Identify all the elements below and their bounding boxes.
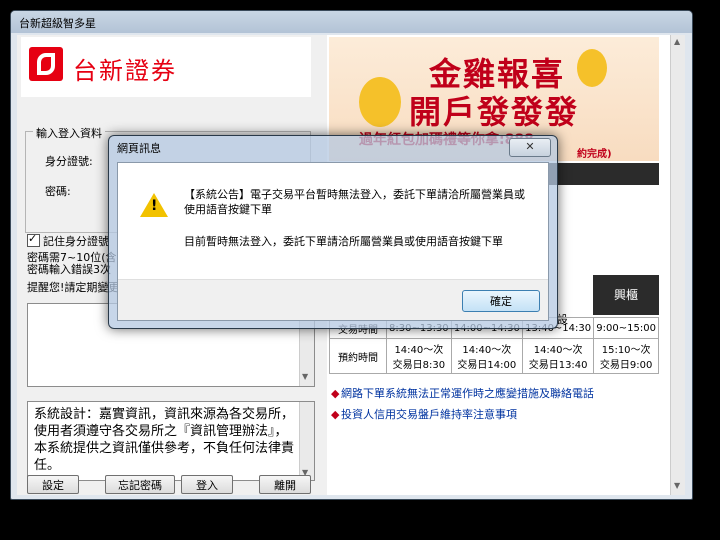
title-bar[interactable]: 台新超級智多星 (11, 11, 692, 33)
reminder-text: 提醒您!請定期變更 (27, 281, 120, 294)
banner-line-2: 開戶發發發 (409, 93, 580, 131)
info-scrollbar[interactable]: ▲ ▼ (670, 35, 685, 495)
password-rule-2: 密碼輸入錯誤3次 (27, 263, 111, 276)
dialog-body: 【系統公告】電子交易平台暫時無法登入，委託下單請洽所屬營業員或使用語音按鍵下單 … (117, 162, 549, 321)
system-info-box: 系統設計：嘉實資訊，資訊來源為各交易所，使用者須遵守各交易所之『資訊管理辦法』，… (27, 401, 315, 481)
link-item[interactable]: ◆ 網路下單系統無法正常運作時之應變措施及聯絡電話 (331, 385, 594, 401)
remember-id-label: 記住身分證號 (43, 235, 109, 248)
login-button[interactable]: 登入 (181, 475, 233, 494)
link-list: ◆ 網路下單系統無法正常運作時之應變措施及聯絡電話 ◆ 投資人信用交易盤戶維持率注意… (331, 385, 594, 427)
schedule-header-emerging: 興櫃 (593, 275, 659, 315)
login-legend: 輸入登入資料 (33, 125, 105, 141)
table-cell: 15:10～次 交易日9:00 (593, 338, 659, 374)
forgot-password-button[interactable]: 忘記密碼 (105, 475, 175, 494)
web-message-dialog: 網頁訊息 ✕ 【系統公告】電子交易平台暫時無法登入，委託下單請洽所屬營業員或使用… (108, 135, 558, 329)
rooster-icon (577, 49, 607, 87)
password-label: 密碼: (45, 185, 71, 198)
bullet-arrow-icon: ◆ (331, 408, 340, 421)
scroll-down-icon[interactable]: ▼ (302, 372, 308, 381)
window-title: 台新超級智多星 (19, 17, 96, 30)
table-cell: 9:00~15:00 (593, 317, 659, 339)
dialog-close-button[interactable]: ✕ (509, 138, 551, 157)
row-label: 預約時間 (329, 338, 387, 374)
table-cell: 14:40～次 交易日8:30 (386, 338, 452, 374)
banner-line-3b: 約完成) (577, 149, 612, 160)
remember-id-checkbox[interactable] (27, 232, 40, 247)
system-info-scrollbar[interactable]: ▼ (299, 402, 314, 480)
bullet-arrow-icon: ◆ (331, 387, 340, 400)
link-text[interactable]: 投資人信用交易盤戶維持率注意事項 (341, 408, 517, 421)
close-icon: ✕ (525, 140, 535, 153)
warning-icon (140, 193, 168, 217)
link-item[interactable]: ◆ 投資人信用交易盤戶維持率注意事項 (331, 406, 594, 422)
dialog-title: 網頁訊息 (117, 142, 161, 155)
scroll-up-icon[interactable]: ▲ (674, 37, 680, 46)
dialog-message-2: 目前暫時無法登入，委託下單請洽所屬營業員或使用語音按鍵下單 (184, 235, 503, 248)
table-cell: 14:40～次 交易日14:00 (450, 338, 523, 374)
dialog-message-1: 【系統公告】電子交易平台暫時無法登入，委託下單請洽所屬營業員或使用語音按鍵下單 (184, 188, 525, 216)
ok-button[interactable]: 確定 (462, 290, 540, 312)
id-label: 身分證號: (45, 155, 93, 168)
system-info-text: 系統設計：嘉實資訊，資訊來源為各交易所，使用者須遵守各交易所之『資訊管理辦法』，… (34, 407, 295, 473)
brand-logo: 台新證券 (21, 37, 311, 97)
dialog-footer: 確定 (118, 279, 548, 320)
rooster-icon (359, 77, 401, 127)
table-cell: 14:40～次 交易日13:40 (521, 338, 595, 374)
exit-button[interactable]: 離開 (259, 475, 311, 494)
taishin-logo-icon (29, 47, 63, 81)
link-text[interactable]: 網路下單系統無法正常運作時之應變措施及聯絡電話 (341, 387, 594, 400)
settings-button[interactable]: 設定 (27, 475, 79, 494)
scroll-down-icon[interactable]: ▼ (674, 481, 680, 490)
table-row: 預約時間 14:40～次 交易日8:30 14:40～次 交易日14:00 14… (329, 338, 659, 374)
logo-text: 台新證券 (73, 57, 177, 85)
